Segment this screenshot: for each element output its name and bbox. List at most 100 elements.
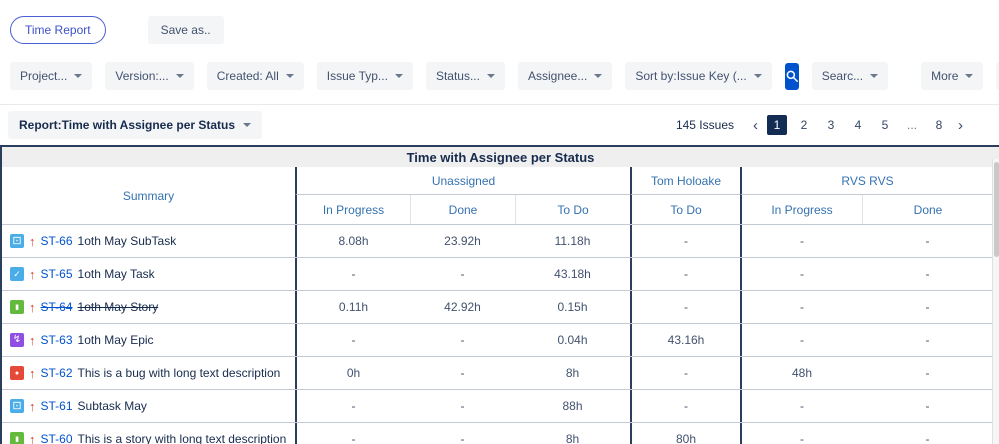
filter-label: Version:... <box>115 69 168 83</box>
filter-issue-type[interactable]: Issue Typ... <box>317 62 413 90</box>
issue-summary: 1oth May Epic <box>78 333 154 347</box>
issue-key-link[interactable]: ST-60 <box>41 432 73 444</box>
value-cell: - <box>862 258 993 290</box>
issue-key-link[interactable]: ST-64 <box>41 300 73 314</box>
chevron-down-icon <box>754 74 762 78</box>
issue-summary: This is a bug with long text description <box>78 366 281 380</box>
column-header-rvs-done: Done <box>862 195 993 224</box>
page-4[interactable]: 4 <box>848 115 868 135</box>
filter-assignee[interactable]: Assignee... <box>518 62 612 90</box>
chevron-down-icon <box>487 74 495 78</box>
value-cell: 0.11h <box>295 291 410 323</box>
column-header-rvs-in-progress: In Progress <box>740 195 862 224</box>
report-table: Time with Assignee per Status Summary Un… <box>0 145 999 444</box>
table-row: ↑ ST-63 1oth May Epic - - 0.04h 43.16h -… <box>2 323 999 356</box>
search-button[interactable] <box>785 63 799 90</box>
issue-summary: 1oth May Task <box>78 267 155 281</box>
value-cell: - <box>740 291 862 323</box>
issues-count: 145 Issues <box>676 118 734 132</box>
issue-summary: 1oth May SubTask <box>78 234 177 248</box>
issue-summary: This is a story with long text descripti… <box>78 432 287 444</box>
pagination: 145 Issues ‹ 1 2 3 4 5 ... 8 › <box>676 115 991 135</box>
chevron-down-icon <box>74 74 82 78</box>
chevron-down-icon <box>870 74 878 78</box>
story-icon <box>10 300 24 314</box>
save-as-button[interactable]: Save as.. <box>148 16 224 44</box>
priority-up-icon: ↑ <box>29 300 36 315</box>
next-page-icon[interactable]: › <box>956 117 965 134</box>
value-cell: - <box>295 390 410 422</box>
value-cell: - <box>295 423 410 444</box>
page-3[interactable]: 3 <box>821 115 841 135</box>
filter-search-saved[interactable]: Searc... <box>812 62 888 90</box>
report-selector[interactable]: Report:Time with Assignee per Status <box>8 111 262 139</box>
chevron-down-icon <box>176 74 184 78</box>
scrollbar-thumb[interactable] <box>994 162 999 257</box>
value-cell: - <box>630 357 740 389</box>
summary-cell: ↑ ST-62 This is a bug with long text des… <box>2 357 295 389</box>
filter-label: Project... <box>20 69 67 83</box>
value-cell: - <box>630 291 740 323</box>
column-header-summary[interactable]: Summary <box>2 167 295 224</box>
value-cell: 23.92h <box>410 225 515 257</box>
page-8[interactable]: 8 <box>929 115 949 135</box>
vertical-scrollbar[interactable] <box>992 159 999 444</box>
filter-project[interactable]: Project... <box>10 62 92 90</box>
page-5[interactable]: 5 <box>875 115 895 135</box>
chevron-down-icon <box>594 74 602 78</box>
table-row: ↑ ST-65 1oth May Task - - 43.18h - - - <box>2 257 999 290</box>
more-button[interactable]: More <box>921 62 983 90</box>
issue-key-link[interactable]: ST-65 <box>41 267 73 281</box>
value-cell: - <box>862 390 993 422</box>
group-header-tom-holoake: Tom Holoake <box>630 167 740 195</box>
value-cell: 8.08h <box>295 225 410 257</box>
priority-up-icon: ↑ <box>29 432 36 444</box>
value-cell: 88h <box>515 390 630 422</box>
priority-up-icon: ↑ <box>29 333 36 348</box>
filter-label: More <box>931 69 958 83</box>
value-cell: 11.18h <box>515 225 630 257</box>
summary-cell: ↑ ST-63 1oth May Epic <box>2 324 295 356</box>
value-cell: - <box>295 324 410 356</box>
value-cell: 48h <box>740 357 862 389</box>
time-report-button[interactable]: Time Report <box>10 16 106 44</box>
value-cell: - <box>410 423 515 444</box>
value-cell: - <box>740 390 862 422</box>
chevron-down-icon <box>286 74 294 78</box>
value-cell: 8h <box>515 357 630 389</box>
value-cell: - <box>410 357 515 389</box>
chevron-down-icon <box>243 123 251 127</box>
filter-status[interactable]: Status... <box>426 62 505 90</box>
page-1[interactable]: 1 <box>767 115 787 135</box>
value-cell: - <box>740 423 862 444</box>
summary-cell: ↑ ST-66 1oth May SubTask <box>2 225 295 257</box>
value-cell: 8h <box>515 423 630 444</box>
page-2[interactable]: 2 <box>794 115 814 135</box>
table-row: ↑ ST-66 1oth May SubTask 8.08h 23.92h 11… <box>2 224 999 257</box>
priority-up-icon: ↑ <box>29 399 36 414</box>
issue-key-link[interactable]: ST-66 <box>41 234 73 248</box>
value-cell: - <box>862 357 993 389</box>
value-cell: - <box>862 291 993 323</box>
search-icon <box>785 69 799 83</box>
column-header-done: Done <box>410 195 515 224</box>
value-cell: - <box>862 225 993 257</box>
priority-up-icon: ↑ <box>29 366 36 381</box>
value-cell: - <box>862 324 993 356</box>
chevron-down-icon <box>965 74 973 78</box>
issue-key-link[interactable]: ST-63 <box>41 333 73 347</box>
issue-summary: 1oth May Story <box>78 300 159 314</box>
value-cell: - <box>740 225 862 257</box>
filter-label: Searc... <box>822 69 863 83</box>
issue-key-link[interactable]: ST-61 <box>41 399 73 413</box>
value-cell: 43.18h <box>515 258 630 290</box>
filter-sort-by[interactable]: Sort by:Issue Key (... <box>625 62 771 90</box>
table-row: ↑ ST-62 This is a bug with long text des… <box>2 356 999 389</box>
value-cell: - <box>410 324 515 356</box>
epic-icon <box>10 333 24 347</box>
page-ellipsis: ... <box>902 115 922 135</box>
prev-page-icon[interactable]: ‹ <box>751 117 760 134</box>
issue-key-link[interactable]: ST-62 <box>41 366 73 380</box>
filter-version[interactable]: Version:... <box>105 62 193 90</box>
filter-created[interactable]: Created: All <box>207 62 304 90</box>
